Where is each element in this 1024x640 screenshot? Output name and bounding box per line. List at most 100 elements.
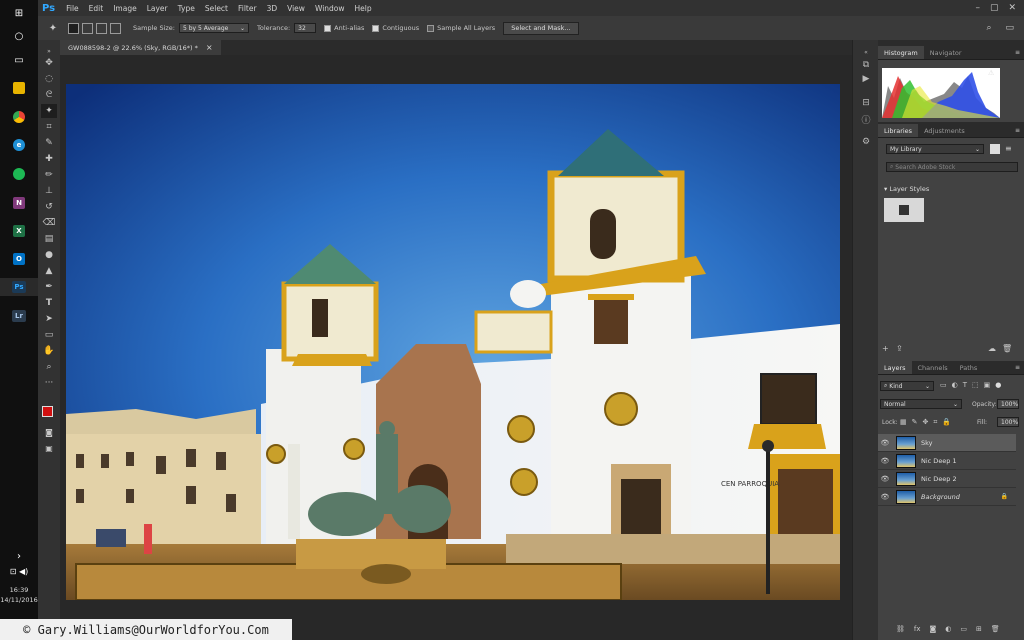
- layers-footer-icons[interactable]: ⛓ fx ◙ ◐ ▭ ⊞ 🗑: [896, 625, 1000, 633]
- stock-search-input[interactable]: ⌕ Search Adobe Stock: [886, 162, 1018, 172]
- menu-window[interactable]: Window: [310, 4, 350, 13]
- panel-menu-icon[interactable]: ≡: [1015, 49, 1024, 56]
- anti-alias-checkbox[interactable]: Anti-alias: [324, 24, 364, 32]
- tab-navigator[interactable]: Navigator: [924, 46, 968, 59]
- workspace-icon[interactable]: ▭: [1005, 23, 1014, 33]
- eye-icon[interactable]: 👁: [878, 439, 892, 447]
- info-panel-icon[interactable]: ⓘ: [859, 113, 873, 126]
- lightroom-icon[interactable]: Lr: [9, 307, 29, 325]
- task-view-icon[interactable]: ▭: [9, 51, 29, 69]
- eye-icon[interactable]: 👁: [878, 493, 892, 501]
- tab-channels[interactable]: Channels: [912, 361, 954, 374]
- close-tab-icon[interactable]: ×: [206, 43, 213, 52]
- blur-tool-icon[interactable]: ●: [41, 248, 57, 262]
- spotify-icon[interactable]: [9, 165, 29, 183]
- lock-icons[interactable]: ▦ ✎ ✥ ⌗ 🔒: [900, 418, 951, 427]
- edge-icon[interactable]: e: [9, 136, 29, 154]
- onenote-icon[interactable]: N: [9, 194, 29, 212]
- dodge-tool-icon[interactable]: ▲: [41, 264, 57, 278]
- subtract-selection-icon[interactable]: [96, 22, 107, 34]
- brush-tool-icon[interactable]: ✏: [41, 168, 57, 182]
- zoom-tool-icon[interactable]: ⌕: [41, 360, 57, 374]
- menu-view[interactable]: View: [282, 4, 310, 13]
- menu-select[interactable]: Select: [200, 4, 233, 13]
- history-panel-icon[interactable]: ⧉: [859, 58, 873, 71]
- blend-mode-select[interactable]: Normal ⌄: [880, 399, 962, 409]
- layer-styles-heading[interactable]: ▾ Layer Styles: [884, 185, 929, 193]
- move-tool-icon[interactable]: ✥: [41, 56, 57, 70]
- minimize-icon[interactable]: –: [975, 3, 980, 13]
- path-selection-tool-icon[interactable]: ➤: [41, 312, 57, 326]
- healing-brush-tool-icon[interactable]: ✚: [41, 152, 57, 166]
- layer-row-background[interactable]: 👁 Background 🔒: [878, 488, 1016, 506]
- properties-panel-icon[interactable]: ⚙: [859, 135, 873, 148]
- type-tool-icon[interactable]: T: [41, 296, 57, 310]
- layer-style-swatch[interactable]: [884, 198, 924, 222]
- panel-menu-icon[interactable]: ≡: [1015, 127, 1024, 134]
- trash-icon[interactable]: 🗑: [1002, 344, 1012, 353]
- sample-all-layers-checkbox[interactable]: Sample All Layers: [427, 24, 495, 32]
- foreground-color-swatch[interactable]: [42, 406, 53, 417]
- chrome-icon[interactable]: [9, 108, 29, 126]
- quick-mask-icon[interactable]: ◙: [41, 425, 57, 439]
- intersect-selection-icon[interactable]: [110, 22, 121, 34]
- document-tab[interactable]: GW088598-2 @ 22.6% (Sky, RGB/16*) * ×: [60, 40, 221, 55]
- layer-filter-icons[interactable]: ▭ ◐ T ⬚ ▣ ●: [940, 381, 1001, 389]
- menu-filter[interactable]: Filter: [233, 4, 262, 13]
- pen-tool-icon[interactable]: ✒: [41, 280, 57, 294]
- lasso-tool-icon[interactable]: ᘓ: [41, 88, 57, 102]
- more-tools-icon[interactable]: ···: [41, 376, 57, 390]
- layer-row-nic-deep-2[interactable]: 👁 Nic Deep 2: [878, 470, 1016, 488]
- layer-row-nic-deep-1[interactable]: 👁 Nic Deep 1: [878, 452, 1016, 470]
- contiguous-checkbox[interactable]: Contiguous: [372, 24, 419, 32]
- start-icon[interactable]: ⊞: [9, 4, 29, 22]
- maximize-icon[interactable]: ▢: [990, 3, 999, 13]
- sample-size-select[interactable]: 5 by 5 Average ⌄: [178, 23, 249, 33]
- tab-histogram[interactable]: Histogram: [878, 46, 924, 59]
- screen-mode-icon[interactable]: ▣: [41, 441, 57, 455]
- tab-paths[interactable]: Paths: [954, 361, 984, 374]
- upload-icon[interactable]: ⇪: [896, 344, 903, 353]
- tab-adjustments[interactable]: Adjustments: [918, 124, 971, 137]
- menu-image[interactable]: Image: [108, 4, 142, 13]
- lock-icon[interactable]: 🔒: [1001, 493, 1016, 500]
- taskbar-time[interactable]: 16:39: [0, 586, 38, 594]
- close-window-icon[interactable]: ✕: [1008, 3, 1016, 13]
- actions-play-icon[interactable]: ▶: [859, 72, 873, 85]
- layer-row-sky[interactable]: 👁 Sky: [878, 434, 1016, 452]
- taskbar-date[interactable]: 14/11/2016: [0, 596, 38, 604]
- menu-edit[interactable]: Edit: [84, 4, 109, 13]
- tab-libraries[interactable]: Libraries: [878, 124, 919, 137]
- eraser-tool-icon[interactable]: ⌫: [41, 216, 57, 230]
- tolerance-input[interactable]: 32: [294, 23, 317, 33]
- add-library-item-icon[interactable]: +: [882, 344, 889, 353]
- tab-layers[interactable]: Layers: [878, 361, 912, 374]
- crop-tool-icon[interactable]: ⌗: [41, 120, 57, 134]
- panel-menu-icon[interactable]: ≡: [1015, 364, 1024, 371]
- magic-wand-tool-preset-icon[interactable]: ✦: [38, 23, 68, 34]
- photoshop-taskbar-icon[interactable]: Ps: [0, 278, 38, 296]
- warning-icon[interactable]: ⚠: [988, 69, 994, 77]
- fill-input[interactable]: 100%: [997, 417, 1019, 427]
- add-selection-icon[interactable]: [82, 22, 93, 34]
- excel-icon[interactable]: X: [9, 222, 29, 240]
- history-brush-tool-icon[interactable]: ↺: [41, 200, 57, 214]
- layer-kind-filter[interactable]: ⌕ Kind ⌄: [880, 381, 934, 391]
- rectangle-tool-icon[interactable]: ▭: [41, 328, 57, 342]
- file-explorer-icon[interactable]: [9, 79, 29, 97]
- menu-file[interactable]: File: [61, 4, 84, 13]
- search-icon[interactable]: ⌕: [986, 23, 991, 33]
- select-and-mask-button[interactable]: Select and Mask...: [503, 21, 579, 35]
- clone-stamp-tool-icon[interactable]: ⊥: [41, 184, 57, 198]
- eye-icon[interactable]: 👁: [878, 475, 892, 483]
- adjust-panel-icon[interactable]: ⊟: [859, 96, 873, 109]
- cortana-icon[interactable]: ○: [9, 27, 29, 45]
- menu-layer[interactable]: Layer: [142, 4, 173, 13]
- new-selection-icon[interactable]: [68, 22, 79, 34]
- menu-help[interactable]: Help: [350, 4, 377, 13]
- menu-type[interactable]: Type: [173, 4, 200, 13]
- eyedropper-tool-icon[interactable]: ✎: [41, 136, 57, 150]
- document-image[interactable]: CEN PARROQUIA: [66, 84, 840, 600]
- list-view-icon[interactable]: ≡: [1005, 144, 1015, 154]
- magic-wand-tool-icon[interactable]: ✦: [41, 104, 57, 118]
